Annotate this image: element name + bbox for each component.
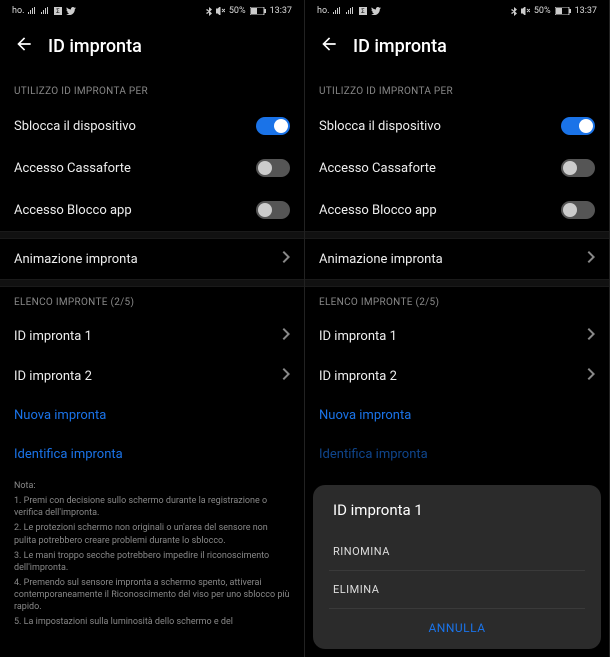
divider [305, 231, 609, 239]
note-4: 4. Premendo sul sensore impronta a scher… [14, 577, 290, 613]
link-identify-fingerprint[interactable]: Identifica impronta [0, 435, 304, 474]
chevron-right-icon [282, 368, 290, 384]
fingerprint-2-label: ID impronta 2 [14, 369, 92, 384]
section-usage-label: UTILIZZO ID IMPRONTA PER [305, 76, 609, 105]
dialog-title: ID impronta 1 [329, 501, 585, 519]
page-title: ID impronta [353, 36, 447, 57]
row-fingerprint-1[interactable]: ID impronta 1 [305, 316, 609, 356]
section-list-label: ELENCO IMPRONTE (2/5) [305, 287, 609, 316]
status-bar: ho. Σ 50% 13:37 [305, 0, 609, 20]
link-new-fingerprint[interactable]: Nuova impronta [305, 396, 609, 435]
dialog-rename[interactable]: RINOMINA [329, 533, 585, 571]
link-new-fingerprint[interactable]: Nuova impronta [0, 396, 304, 435]
row-safebox[interactable]: Accesso Cassaforte [0, 147, 304, 189]
row-safebox[interactable]: Accesso Cassaforte [305, 147, 609, 189]
app-indicator-icon: Σ [54, 7, 62, 15]
row-applock[interactable]: Accesso Blocco app [305, 189, 609, 231]
signal-icon-2 [41, 7, 50, 15]
toggle-applock[interactable] [561, 201, 595, 219]
divider [0, 231, 304, 239]
row-applock-label: Accesso Blocco app [14, 203, 132, 218]
bluetooth-icon [206, 7, 212, 16]
context-dialog: ID impronta 1 RINOMINA ELIMINA ANNULLA [313, 485, 601, 649]
notes-heading: Nota: [14, 480, 290, 492]
note-1: 1. Premi con decisione sullo schermo dur… [14, 495, 290, 519]
twitter-icon [66, 7, 76, 15]
row-unlock-label: Sblocca il dispositivo [319, 119, 441, 134]
battery-percent: 50% [534, 6, 551, 16]
section-list-label: ELENCO IMPRONTE (2/5) [0, 287, 304, 316]
row-fingerprint-2[interactable]: ID impronta 2 [0, 356, 304, 396]
row-unlock[interactable]: Sblocca il dispositivo [305, 105, 609, 147]
note-5: 5. La impostazioni sulla luminosità dell… [14, 616, 290, 628]
back-icon[interactable] [14, 34, 34, 58]
row-unlock[interactable]: Sblocca il dispositivo [0, 105, 304, 147]
page-title: ID impronta [48, 36, 142, 57]
fingerprint-1-label: ID impronta 1 [319, 329, 397, 344]
toggle-safebox[interactable] [256, 159, 290, 177]
toggle-safebox[interactable] [561, 159, 595, 177]
header: ID impronta [0, 20, 304, 76]
toggle-unlock[interactable] [256, 117, 290, 135]
toggle-unlock[interactable] [561, 117, 595, 135]
mute-icon [521, 7, 530, 15]
back-icon[interactable] [319, 34, 339, 58]
row-animation[interactable]: Animazione impronta [0, 239, 304, 279]
clock: 13:37 [575, 6, 597, 16]
fingerprint-2-label: ID impronta 2 [319, 369, 397, 384]
chevron-right-icon [587, 368, 595, 384]
battery-icon [250, 7, 266, 15]
carrier-label: ho. [12, 6, 24, 16]
svg-text:Σ: Σ [362, 8, 366, 15]
divider [0, 279, 304, 287]
chevron-right-icon [282, 251, 290, 267]
chevron-right-icon [587, 328, 595, 344]
row-unlock-label: Sblocca il dispositivo [14, 119, 136, 134]
link-identify-fingerprint[interactable]: Identifica impronta [305, 435, 609, 474]
divider [305, 279, 609, 287]
signal-icon-2 [346, 7, 355, 15]
header: ID impronta [305, 20, 609, 76]
screen-left: ho. Σ 50% 13:37 [0, 0, 305, 657]
note-3: 3. Le mani troppo secche potrebbero impe… [14, 550, 290, 574]
note-2: 2. Le protezioni schermo non originali o… [14, 522, 290, 546]
chevron-right-icon [282, 328, 290, 344]
clock: 13:37 [270, 6, 292, 16]
signal-icon [333, 7, 342, 15]
svg-text:Σ: Σ [57, 8, 61, 15]
row-fingerprint-2[interactable]: ID impronta 2 [305, 356, 609, 396]
mute-icon [216, 7, 225, 15]
bluetooth-icon [511, 7, 517, 16]
dialog-delete[interactable]: ELIMINA [329, 571, 585, 609]
carrier-label: ho. [317, 6, 329, 16]
screen-right: ho. Σ 50% 13:37 [305, 0, 610, 657]
row-fingerprint-1[interactable]: ID impronta 1 [0, 316, 304, 356]
twitter-icon [371, 7, 381, 15]
row-animation-label: Animazione impronta [14, 252, 138, 267]
chevron-right-icon [587, 251, 595, 267]
section-usage-label: UTILIZZO ID IMPRONTA PER [0, 76, 304, 105]
row-applock[interactable]: Accesso Blocco app [0, 189, 304, 231]
row-animation-label: Animazione impronta [319, 252, 443, 267]
dialog-cancel[interactable]: ANNULLA [329, 609, 585, 643]
signal-icon [28, 7, 37, 15]
fingerprint-1-label: ID impronta 1 [14, 329, 92, 344]
battery-icon [555, 7, 571, 15]
app-indicator-icon: Σ [359, 7, 367, 15]
row-applock-label: Accesso Blocco app [319, 203, 437, 218]
notes-block: Nota: 1. Premi con decisione sullo scher… [0, 474, 304, 638]
toggle-applock[interactable] [256, 201, 290, 219]
status-bar: ho. Σ 50% 13:37 [0, 0, 304, 20]
row-animation[interactable]: Animazione impronta [305, 239, 609, 279]
row-safebox-label: Accesso Cassaforte [14, 161, 131, 176]
row-safebox-label: Accesso Cassaforte [319, 161, 436, 176]
battery-percent: 50% [229, 6, 246, 16]
